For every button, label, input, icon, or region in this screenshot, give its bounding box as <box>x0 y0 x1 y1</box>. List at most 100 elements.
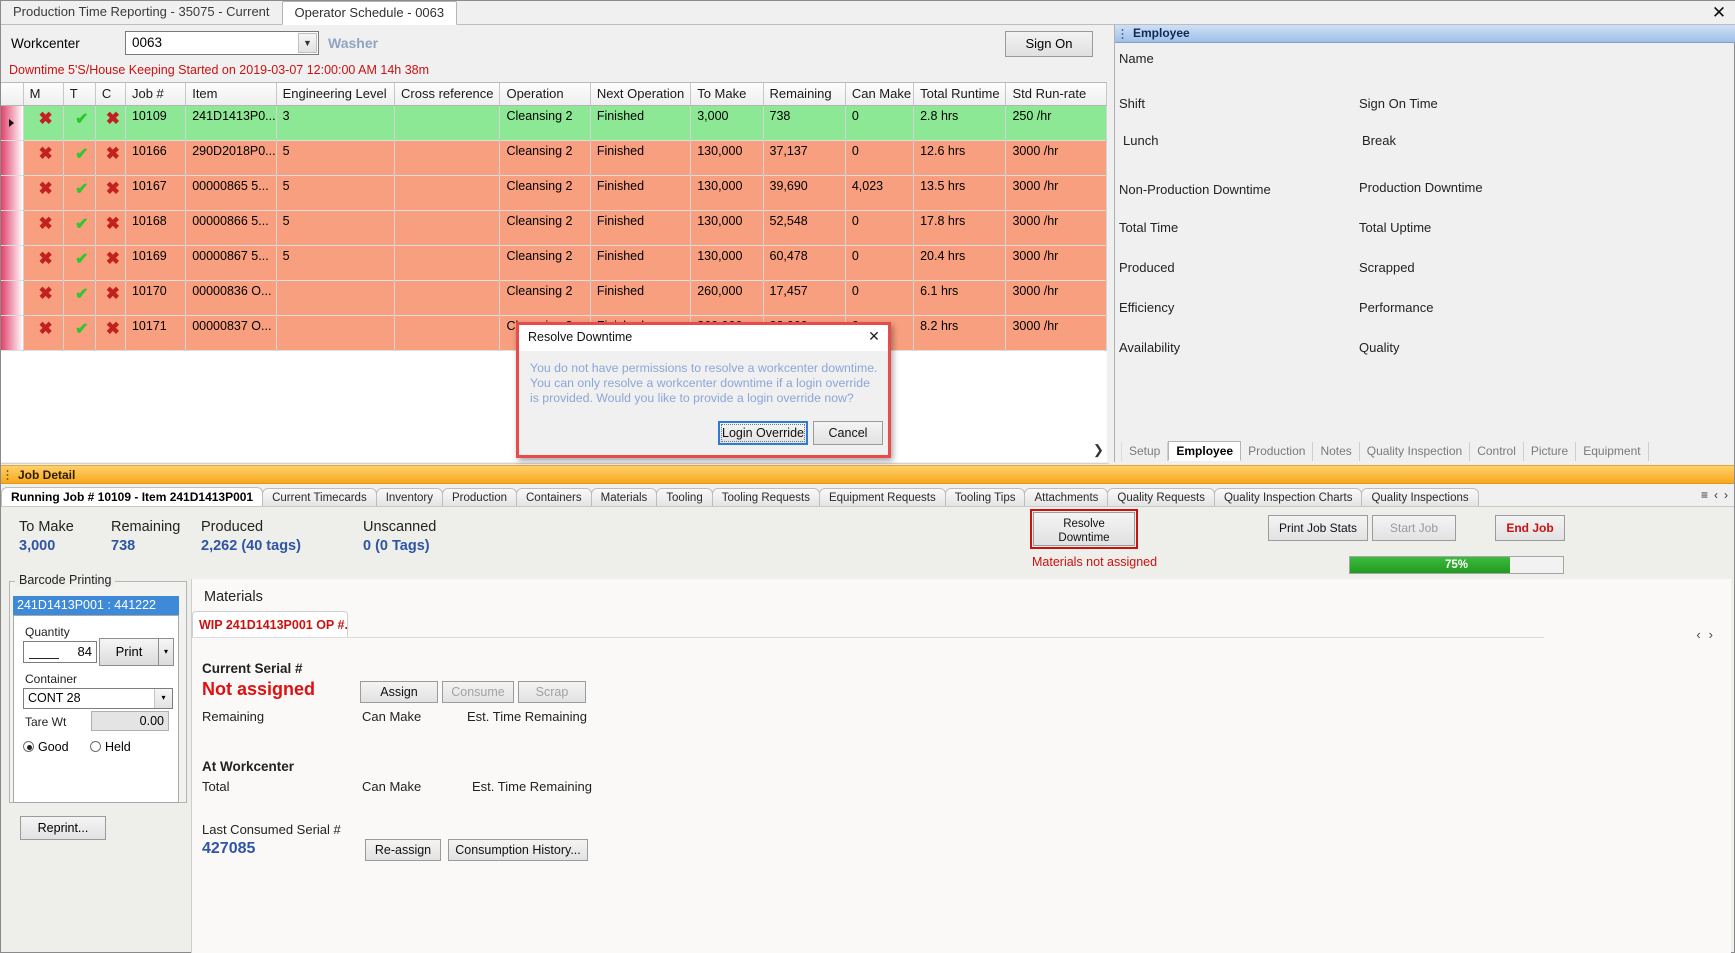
job-detail-tab-running-job-10109-item-241d1413p001[interactable]: Running Job # 10109 - Item 241D1413P001 <box>1 487 264 507</box>
cell-c-status[interactable]: ✖ <box>95 175 126 211</box>
row-selector-cell[interactable] <box>1 245 24 281</box>
cell-m-status[interactable]: ✖ <box>23 315 64 351</box>
col-std-run-rate[interactable]: Std Run-rate <box>1005 83 1107 106</box>
table-row[interactable]: ✖ ✔ ✖ 10169 00000867 5... 5 Cleansing 2 Finishe… <box>1 245 1107 281</box>
row-selector-cell[interactable] <box>1 175 24 211</box>
col-remaining[interactable]: Remaining <box>763 83 846 106</box>
employee-tab-control[interactable]: Control <box>1470 442 1524 461</box>
row-selector-cell[interactable] <box>1 280 24 316</box>
barcode-selected-item[interactable]: 241D1413P001 : 441222 <box>13 596 179 615</box>
col-total-runtime[interactable]: Total Runtime <box>913 83 1007 106</box>
cell-m-status[interactable]: ✖ <box>23 140 64 176</box>
row-selector-cell[interactable] <box>1 140 24 176</box>
print-job-stats-button[interactable]: Print Job Stats <box>1268 515 1368 541</box>
employee-tab-production[interactable]: Production <box>1241 442 1314 461</box>
cell-t-status[interactable]: ✔ <box>63 280 96 316</box>
container-select[interactable]: CONT 28 ▾ <box>23 688 173 709</box>
radio-good[interactable]: Good <box>23 740 69 754</box>
tab-menu-icon[interactable]: ≡ <box>1698 488 1711 502</box>
col-t[interactable]: T <box>63 83 96 106</box>
col-to-make[interactable]: To Make <box>690 83 764 106</box>
row-selector-cell[interactable] <box>1 315 24 351</box>
cell-t-status[interactable]: ✔ <box>63 140 96 176</box>
cell-t-status[interactable]: ✔ <box>63 245 96 281</box>
col-job-number[interactable]: Job # <box>125 83 187 106</box>
cell-m-status[interactable]: ✖ <box>23 210 64 246</box>
job-detail-tab-nav[interactable]: ≡ ‹ › <box>1698 488 1731 502</box>
col-operation[interactable]: Operation <box>499 83 591 106</box>
window-tab-operator-schedule[interactable]: Operator Schedule - 0063 <box>281 1 458 25</box>
cell-m-status[interactable]: ✖ <box>23 105 64 141</box>
chevron-down-icon[interactable]: ▼ <box>298 33 317 53</box>
employee-tab-quality-inspection[interactable]: Quality Inspection <box>1360 442 1471 461</box>
cell-t-status[interactable]: ✔ <box>63 105 96 141</box>
col-m[interactable]: M <box>23 83 64 106</box>
quantity-input[interactable]: 84 <box>23 641 97 663</box>
cell-m-status[interactable]: ✖ <box>23 280 64 316</box>
job-detail-tab-containers[interactable]: Containers <box>516 488 592 507</box>
job-detail-tab-tooling-requests[interactable]: Tooling Requests <box>711 488 820 507</box>
resolve-downtime-button[interactable]: Resolve Downtime <box>1033 512 1135 546</box>
col-c[interactable]: C <box>95 83 126 106</box>
col-item[interactable]: Item <box>185 83 277 106</box>
consume-button[interactable]: Consume <box>442 681 514 703</box>
col-engineering-level[interactable]: Engineering Level <box>276 83 396 106</box>
col-can-make[interactable]: Can Make <box>845 83 915 106</box>
re-assign-button[interactable]: Re-assign <box>365 839 441 861</box>
cell-m-status[interactable]: ✖ <box>23 175 64 211</box>
pane-expand-icon[interactable]: ❯ <box>1093 442 1104 458</box>
materials-scroll-right-icon[interactable]: › <box>1705 627 1717 642</box>
window-tab-production-time-reporting[interactable]: Production Time Reporting - 35075 - Curr… <box>1 1 282 24</box>
table-row[interactable]: ✖ ✔ ✖ 10168 00000866 5... 5 Cleansing 2 Finishe… <box>1 210 1107 246</box>
cell-c-status[interactable]: ✖ <box>95 105 126 141</box>
employee-tab-notes[interactable]: Notes <box>1313 442 1360 461</box>
tab-scroll-right-icon[interactable]: › <box>1721 488 1731 502</box>
job-detail-tab-quality-inspections[interactable]: Quality Inspections <box>1361 488 1479 507</box>
job-detail-tab-inventory[interactable]: Inventory <box>375 488 444 507</box>
cell-c-status[interactable]: ✖ <box>95 245 126 281</box>
close-icon[interactable]: ✕ <box>865 328 883 346</box>
job-detail-tab-equipment-requests[interactable]: Equipment Requests <box>818 488 946 507</box>
job-detail-tab-attachments[interactable]: Attachments <box>1024 488 1109 507</box>
table-row[interactable]: ✖ ✔ ✖ 10166 290D2018P0... 5 Cleansing 2 Finishe… <box>1 140 1107 176</box>
cell-t-status[interactable]: ✔ <box>63 315 96 351</box>
reprint-button[interactable]: Reprint... <box>20 816 106 840</box>
row-selector-cell[interactable] <box>1 210 24 246</box>
job-detail-tab-quality-inspection-charts[interactable]: Quality Inspection Charts <box>1213 488 1363 507</box>
row-selector-cell[interactable] <box>1 105 24 141</box>
employee-tabstrip[interactable]: Setup Employee Production Notes Quality Insp… <box>1121 441 1733 461</box>
cell-t-status[interactable]: ✔ <box>63 210 96 246</box>
cell-m-status[interactable]: ✖ <box>23 245 64 281</box>
cell-t-status[interactable]: ✔ <box>63 175 96 211</box>
job-detail-tab-current-timecards[interactable]: Current Timecards <box>262 488 377 507</box>
login-override-button[interactable]: Login Override <box>718 421 808 445</box>
job-detail-tab-materials[interactable]: Materials <box>590 488 658 507</box>
sign-on-button[interactable]: Sign On <box>1005 31 1093 57</box>
scrap-button[interactable]: Scrap <box>518 681 586 703</box>
cell-c-status[interactable]: ✖ <box>95 210 126 246</box>
materials-tab-nav[interactable]: ‹ › <box>1692 627 1717 642</box>
table-row[interactable]: ✖ ✔ ✖ 10109 241D1413P0... 3 Cleansing 2 Finishe… <box>1 105 1107 141</box>
print-button[interactable]: Print <box>99 638 159 666</box>
employee-tab-setup[interactable]: Setup <box>1121 442 1169 461</box>
materials-wip-tab[interactable]: WIP 241D1413P001 OP #... <box>192 611 348 638</box>
cancel-button[interactable]: Cancel <box>813 421 883 445</box>
end-job-button[interactable]: End Job <box>1495 515 1565 541</box>
employee-tab-employee[interactable]: Employee <box>1168 441 1242 461</box>
assign-button[interactable]: Assign <box>360 681 438 703</box>
consumption-history-button[interactable]: Consumption History... <box>448 839 588 861</box>
workcenter-select[interactable]: 0063 ▼ <box>125 31 319 55</box>
job-detail-tabstrip[interactable]: Running Job # 10109 - Item 241D1413P001 C… <box>1 487 1734 507</box>
employee-tab-equipment[interactable]: Equipment <box>1576 442 1649 461</box>
start-job-button[interactable]: Start Job <box>1372 515 1456 541</box>
table-row[interactable]: ✖ ✔ ✖ 10170 00000836 O... Cleansing 2 Finished… <box>1 280 1107 316</box>
cell-c-status[interactable]: ✖ <box>95 140 126 176</box>
materials-scroll-left-icon[interactable]: ‹ <box>1692 627 1704 642</box>
job-detail-tab-tooling[interactable]: Tooling <box>656 488 713 507</box>
table-row[interactable]: ✖ ✔ ✖ 10167 00000865 5... 5 Cleansing 2 Finishe… <box>1 175 1107 211</box>
tab-scroll-left-icon[interactable]: ‹ <box>1711 488 1721 502</box>
employee-tab-picture[interactable]: Picture <box>1524 442 1577 461</box>
job-detail-tab-tooling-tips[interactable]: Tooling Tips <box>944 488 1026 507</box>
cell-c-status[interactable]: ✖ <box>95 315 126 351</box>
radio-held[interactable]: Held <box>90 740 131 754</box>
